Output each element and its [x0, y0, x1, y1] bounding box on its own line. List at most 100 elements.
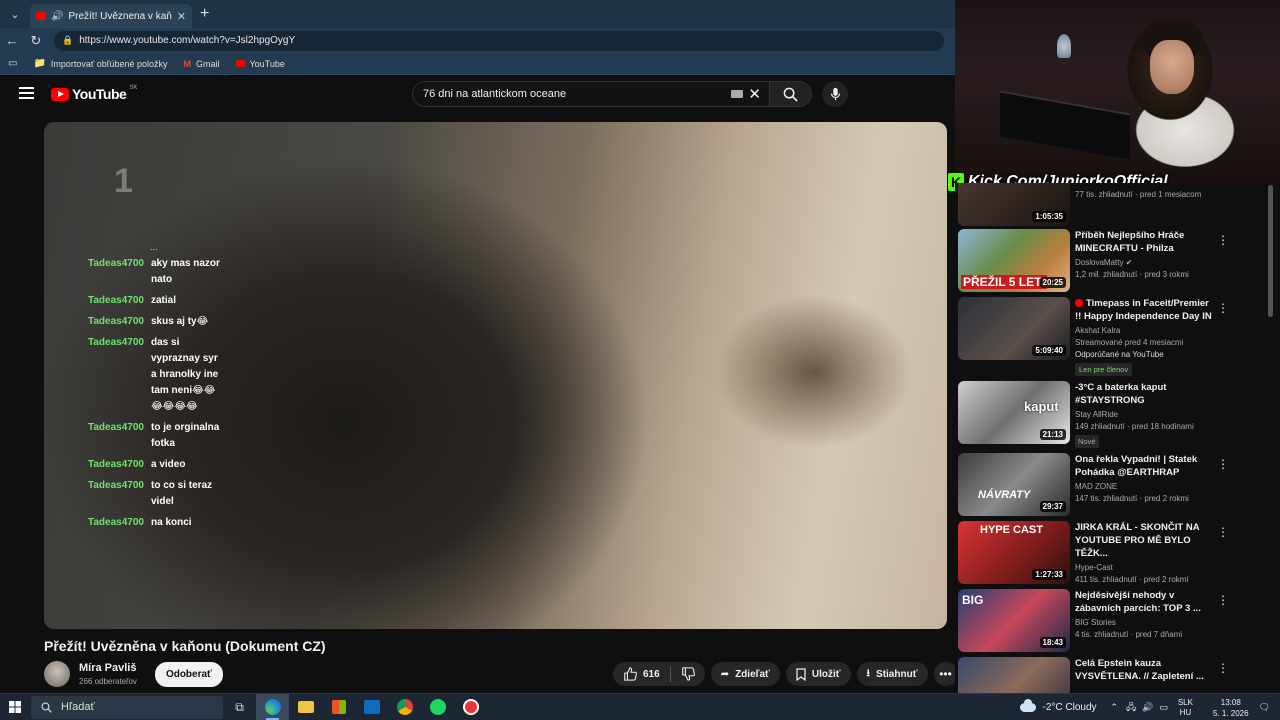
- chat-overlay: ... Tadeas4700 aky mas nazor nato Tadeas4…: [88, 242, 228, 536]
- more-vertical-icon[interactable]: ⋮: [1217, 661, 1229, 675]
- recommendation-channel[interactable]: Akshat Kalra: [1075, 326, 1215, 335]
- site-info-icon[interactable]: 🔒: [62, 35, 73, 46]
- windows-logo-icon: [9, 701, 21, 713]
- cloud-icon: [1020, 699, 1037, 712]
- sidebar-scrollbar[interactable]: [1268, 185, 1273, 317]
- video-actions: 616 ➦ Zdieľať Uložiť ⭳ Stiahnuť •••: [613, 662, 958, 686]
- close-tab-icon[interactable]: ✕: [177, 10, 186, 23]
- share-button[interactable]: ➦ Zdieľať: [710, 662, 780, 686]
- channel-avatar[interactable]: [44, 661, 70, 687]
- reading-list-icon[interactable]: ▭: [8, 58, 17, 69]
- tab-list-button[interactable]: ⌄: [4, 4, 26, 24]
- task-view-icon: ⧉: [235, 699, 244, 714]
- bookmark-label: Importovať obľúbené položky: [50, 58, 168, 69]
- video-thumbnail[interactable]: BIG 18:43: [958, 589, 1070, 652]
- bookmark-gmail[interactable]: M Gmail: [183, 59, 219, 69]
- taskbar-file-explorer[interactable]: [289, 694, 322, 720]
- recommendation-meta: Příběh Nejlepšího Hráče MINECRAFTU - Phi…: [1075, 229, 1215, 279]
- search-button[interactable]: [770, 81, 812, 107]
- more-actions-button[interactable]: •••: [933, 662, 958, 686]
- recommendation-meta: Nejděsivější nehody v zábavních parcích:…: [1075, 589, 1215, 639]
- recommendation-channel[interactable]: BIG Stories: [1075, 618, 1215, 627]
- new-tab-button[interactable]: +: [200, 5, 209, 23]
- youtube-logo[interactable]: YouTube SK: [51, 85, 137, 102]
- taskbar-edge[interactable]: [256, 693, 289, 720]
- menu-icon[interactable]: [19, 87, 34, 99]
- chat-user: Tadeas4700: [88, 422, 144, 433]
- taskbar-spotify[interactable]: [421, 694, 454, 720]
- video-player[interactable]: 1 ... Tadeas4700 aky mas nazor nato Tadea…: [44, 122, 947, 629]
- windows-taskbar: Hľadať ⧉ -2°C Cloudy ⌃ 🖧 🔊 ▭ SLK HU 13:0…: [0, 693, 1280, 720]
- volume-icon[interactable]: 🔊: [1142, 702, 1153, 713]
- edge-icon: [264, 699, 281, 715]
- refresh-icon[interactable]: ↻: [24, 33, 48, 49]
- recommendation-note: Odporúčané na YouTube: [1075, 350, 1164, 359]
- video-thumbnail[interactable]: kaput 21:13: [958, 381, 1070, 444]
- more-vertical-icon[interactable]: ⋮: [1217, 593, 1229, 607]
- back-icon[interactable]: ←: [0, 33, 24, 48]
- channel-name[interactable]: Míra Pavliš: [79, 662, 137, 674]
- screen: ⌄ 🔊 Prežít! Uvěznena v kaňonu (D ✕ + ← ↻…: [0, 0, 1280, 720]
- chat-ellipsis: ...: [150, 242, 158, 252]
- more-vertical-icon[interactable]: ⋮: [1217, 301, 1229, 315]
- video-title: Přežít! Uvězněna v kaňonu (Dokument CZ): [44, 638, 326, 654]
- more-vertical-icon[interactable]: ⋮: [1217, 233, 1229, 247]
- recommendation-channel[interactable]: Stay AllRide: [1075, 410, 1215, 419]
- notifications-icon[interactable]: 🗨: [1259, 702, 1270, 713]
- video-thumbnail[interactable]: HYPE CAST 1:27:33: [958, 521, 1070, 584]
- taskbar-outlook[interactable]: [355, 694, 388, 720]
- video-thumbnail[interactable]: 5:09:40: [958, 297, 1070, 360]
- video-thumbnail[interactable]: PŘEŽIL 5 LET! 20:25: [958, 229, 1070, 292]
- clear-search-icon[interactable]: ✕: [748, 85, 761, 103]
- tab-title: Prežít! Uvěznena v kaňonu (D: [68, 10, 172, 22]
- thumbnail-caption: PŘEŽIL 5 LET!: [961, 275, 1048, 289]
- weather-widget[interactable]: -2°C Cloudy: [1020, 699, 1097, 713]
- search-input[interactable]: 76 dni na atlantickom oceane ✕: [412, 81, 770, 107]
- recommendation-channel[interactable]: Hype-Cast: [1075, 563, 1215, 572]
- video-thumbnail[interactable]: [958, 657, 1070, 693]
- battery-icon[interactable]: ▭: [1159, 702, 1168, 713]
- clock[interactable]: 13:08 5. 1. 2026: [1213, 697, 1249, 719]
- more-vertical-icon[interactable]: ⋮: [1217, 525, 1229, 539]
- bookmark-import[interactable]: 📁 Importovať obľúbené položky: [33, 58, 167, 69]
- browser-tab-active[interactable]: 🔊 Prežít! Uvěznena v kaňonu (D ✕: [30, 4, 192, 28]
- thumbnail-caption: BIG: [962, 593, 984, 607]
- share-label: Zdieľať: [735, 668, 770, 680]
- thumbnail-caption: HYPE CAST: [980, 524, 1043, 536]
- chevron-up-icon[interactable]: ⌃: [1111, 702, 1119, 713]
- more-vertical-icon[interactable]: ⋮: [1217, 457, 1229, 471]
- video-thumbnail[interactable]: 1:05:35: [958, 183, 1070, 226]
- taskbar-chrome[interactable]: [388, 694, 421, 720]
- chat-text: to co si teraz videl: [151, 480, 213, 507]
- address-bar[interactable]: 🔒 https://www.youtube.com/watch?v=Jsl2hp…: [54, 30, 944, 51]
- download-button[interactable]: ⭳ Stiahnuť: [856, 662, 928, 686]
- task-view-button[interactable]: ⧉: [223, 694, 256, 720]
- language-indicator[interactable]: SLK HU: [1178, 698, 1193, 718]
- like-button[interactable]: 616: [613, 667, 670, 681]
- language-top: SLK: [1177, 697, 1193, 707]
- chat-message: Tadeas4700 to co si teraz videl: [88, 478, 228, 510]
- network-icon[interactable]: 🖧: [1126, 700, 1136, 716]
- dislike-button[interactable]: [671, 667, 705, 681]
- chat-message: Tadeas4700 aky mas nazor nato: [88, 256, 228, 288]
- recommendation-channel[interactable]: MAD ZONE: [1075, 482, 1215, 491]
- recommendation-title-text: Timepass in Faceit/Premier !! Happy Inde…: [1075, 298, 1212, 322]
- chat-user: Tadeas4700: [88, 480, 144, 491]
- taskbar-store[interactable]: [322, 694, 355, 720]
- start-button[interactable]: [0, 701, 30, 713]
- keyboard-icon[interactable]: [731, 90, 743, 98]
- bookmark-youtube[interactable]: YouTube: [235, 59, 285, 69]
- download-label: Stiahnuť: [876, 668, 918, 680]
- taskbar-app[interactable]: [454, 694, 487, 720]
- voice-search-button[interactable]: [822, 81, 848, 107]
- subscribe-button[interactable]: Odoberať: [154, 661, 223, 687]
- save-button[interactable]: Uložiť: [785, 662, 851, 686]
- webcam-overlay: [955, 0, 1280, 183]
- speaker-icon[interactable]: 🔊: [51, 11, 63, 22]
- chat-text: aky mas nazor nato: [151, 258, 220, 285]
- more-horizontal-icon: •••: [939, 667, 952, 681]
- taskbar-search[interactable]: Hľadať: [31, 695, 223, 719]
- recommendation-title: -3°C a baterka kaput #STAYSTRONG: [1075, 382, 1167, 406]
- recommendation-channel[interactable]: DoslovaMatty ✔: [1075, 258, 1215, 267]
- video-thumbnail[interactable]: NÁVRATY 29:37: [958, 453, 1070, 516]
